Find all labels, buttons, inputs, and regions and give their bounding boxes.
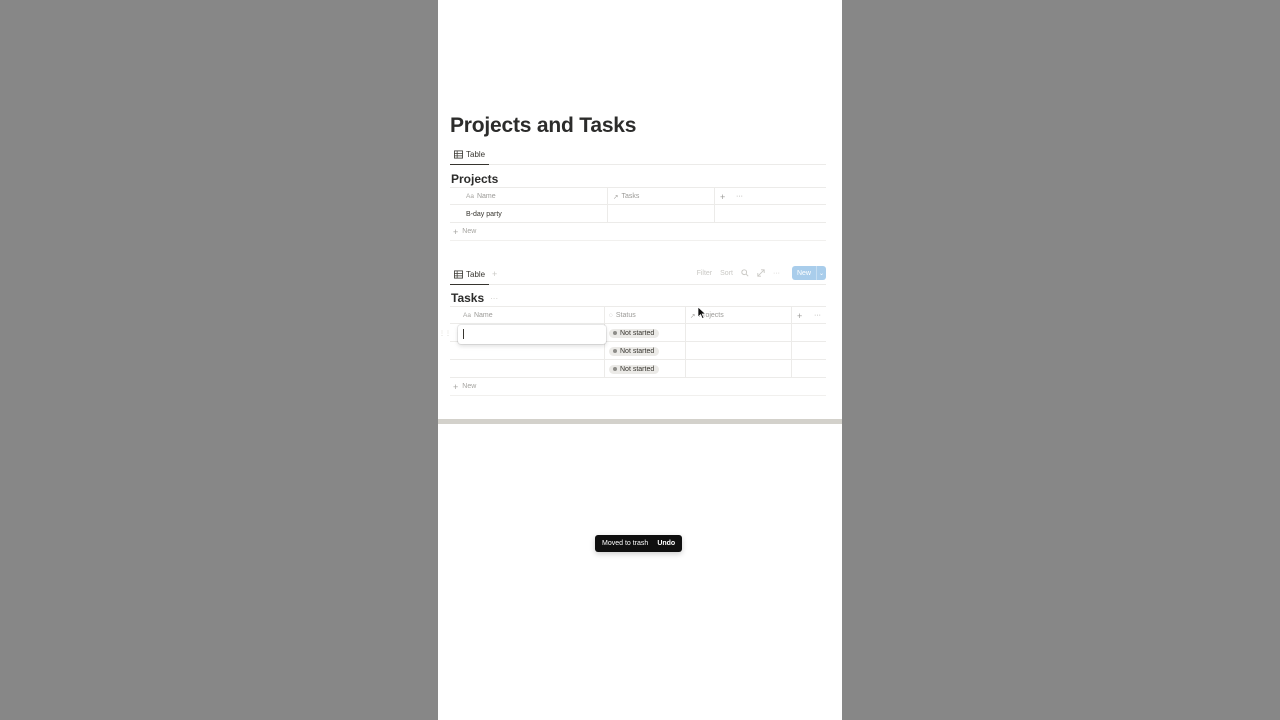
col-divider xyxy=(685,307,686,325)
col-divider xyxy=(791,307,792,325)
status-text: Not started xyxy=(620,329,655,337)
status-badge: Not started xyxy=(609,328,660,338)
table-icon xyxy=(454,270,463,279)
projects-table-header: Aa Name ↗ Tasks + ··· xyxy=(450,187,826,206)
projects-db-title-text: Projects xyxy=(451,172,499,186)
task-name-edit-input[interactable] xyxy=(458,325,606,344)
tasks-tab-table[interactable]: Table xyxy=(450,265,490,285)
projects-row-name[interactable]: B-day party xyxy=(466,205,502,223)
col-divider xyxy=(604,307,605,325)
tasks-new-row-button[interactable]: + New xyxy=(450,378,826,396)
status-text: Not started xyxy=(620,347,655,355)
tasks-row-status[interactable]: Not started xyxy=(609,342,660,360)
search-icon[interactable] xyxy=(741,269,749,277)
col-divider xyxy=(714,205,715,223)
more-icon: ··· xyxy=(736,193,743,200)
projects-tab-label: Table xyxy=(466,150,486,159)
chevron-down-icon[interactable]: ⌄ xyxy=(816,266,826,280)
table-row[interactable]: B-day party xyxy=(450,205,826,223)
status-dot-icon xyxy=(613,349,617,353)
status-badge: Not started xyxy=(609,346,660,356)
undo-button[interactable]: Undo xyxy=(657,540,675,547)
tasks-more-button[interactable]: ··· xyxy=(814,307,821,324)
status-icon: ◌ xyxy=(609,312,613,319)
page-title: Projects and Tasks xyxy=(450,114,637,137)
text-type-icon: Aa xyxy=(466,193,474,200)
resize-icon[interactable] xyxy=(757,269,765,277)
table-icon xyxy=(454,150,463,159)
col-divider xyxy=(791,324,792,342)
tasks-tab-label: Table xyxy=(466,270,486,279)
col-divider xyxy=(604,342,605,360)
text-type-icon: Aa xyxy=(463,312,471,319)
table-row[interactable]: Not started xyxy=(450,360,826,378)
projects-add-column-button[interactable]: + xyxy=(720,188,725,205)
status-dot-icon xyxy=(613,331,617,335)
plus-icon: + xyxy=(720,191,726,202)
trash-toast: Moved to trash Undo xyxy=(595,535,683,552)
tasks-table: Aa Name ◌ Status ↗ Projects + ··· Not st… xyxy=(450,306,826,396)
text-caret xyxy=(463,329,464,339)
drag-handle-icon[interactable]: ⋮⋮ xyxy=(439,330,451,337)
filter-button[interactable]: Filter xyxy=(697,270,713,277)
relation-icon: ↗ xyxy=(613,193,619,201)
projects-new-row-button[interactable]: + New xyxy=(450,223,826,241)
status-text: Not started xyxy=(620,365,655,373)
tasks-table-header: Aa Name ◌ Status ↗ Projects + ··· xyxy=(450,306,826,325)
sort-button[interactable]: Sort xyxy=(720,270,733,277)
status-badge: Not started xyxy=(609,364,660,374)
tasks-col-name[interactable]: Aa Name xyxy=(463,307,493,324)
tasks-db-title-text: Tasks xyxy=(451,291,485,305)
mouse-cursor-icon xyxy=(697,306,707,320)
plus-icon: + xyxy=(453,381,459,392)
col-divider xyxy=(607,205,608,223)
projects-db-title[interactable]: Projects xyxy=(451,172,498,186)
tasks-col-name-label: Name xyxy=(473,312,493,319)
col-divider xyxy=(791,360,792,378)
tasks-new-label: New xyxy=(462,383,477,390)
tasks-col-status-label: Status xyxy=(615,312,636,319)
toolbar-more-button[interactable]: ··· xyxy=(773,270,780,277)
projects-new-label: New xyxy=(462,228,477,235)
more-icon: ··· xyxy=(814,312,821,319)
plus-icon: + xyxy=(453,226,459,237)
toast-message: Moved to trash xyxy=(602,540,649,547)
projects-view-bar: Table xyxy=(450,145,826,165)
projects-col-tasks[interactable]: ↗ Tasks xyxy=(613,188,639,205)
projects-more-button[interactable]: ··· xyxy=(736,188,743,205)
projects-tab-table[interactable]: Table xyxy=(450,145,490,165)
more-icon[interactable]: ··· xyxy=(490,294,498,303)
col-divider xyxy=(607,188,608,206)
tasks-toolbar: Filter Sort ··· New ⌄ xyxy=(697,266,826,280)
col-divider xyxy=(685,360,686,378)
tasks-row-status[interactable]: Not started xyxy=(609,324,660,342)
plus-icon: + xyxy=(797,310,803,321)
col-divider xyxy=(685,342,686,360)
relation-icon: ↗ xyxy=(690,312,696,320)
projects-col-tasks-label: Tasks xyxy=(621,193,640,200)
tasks-view-bar: Table + Filter Sort ··· New ⌄ xyxy=(450,265,826,285)
tasks-db-title[interactable]: Tasks ··· xyxy=(451,291,498,305)
projects-col-name-label: Name xyxy=(476,193,496,200)
add-view-button[interactable]: + xyxy=(492,269,497,279)
projects-col-name[interactable]: Aa Name xyxy=(466,188,496,205)
tasks-add-column-button[interactable]: + xyxy=(797,307,802,324)
lower-area xyxy=(438,424,842,720)
notion-page: Projects and Tasks Table Projects Aa Nam… xyxy=(438,0,842,720)
new-button-label: New xyxy=(796,269,811,277)
page-content: Projects and Tasks Table Projects Aa Nam… xyxy=(438,0,842,419)
status-dot-icon xyxy=(613,367,617,371)
col-divider xyxy=(604,360,605,378)
tasks-col-status[interactable]: ◌ Status xyxy=(609,307,636,324)
table-row[interactable]: Not started xyxy=(450,342,826,360)
projects-table: Aa Name ↗ Tasks + ··· B-day party + New xyxy=(450,187,826,241)
col-divider xyxy=(714,188,715,206)
col-divider xyxy=(791,342,792,360)
col-divider xyxy=(685,324,686,342)
new-button[interactable]: New ⌄ xyxy=(791,266,826,280)
tasks-row-status[interactable]: Not started xyxy=(609,360,660,378)
